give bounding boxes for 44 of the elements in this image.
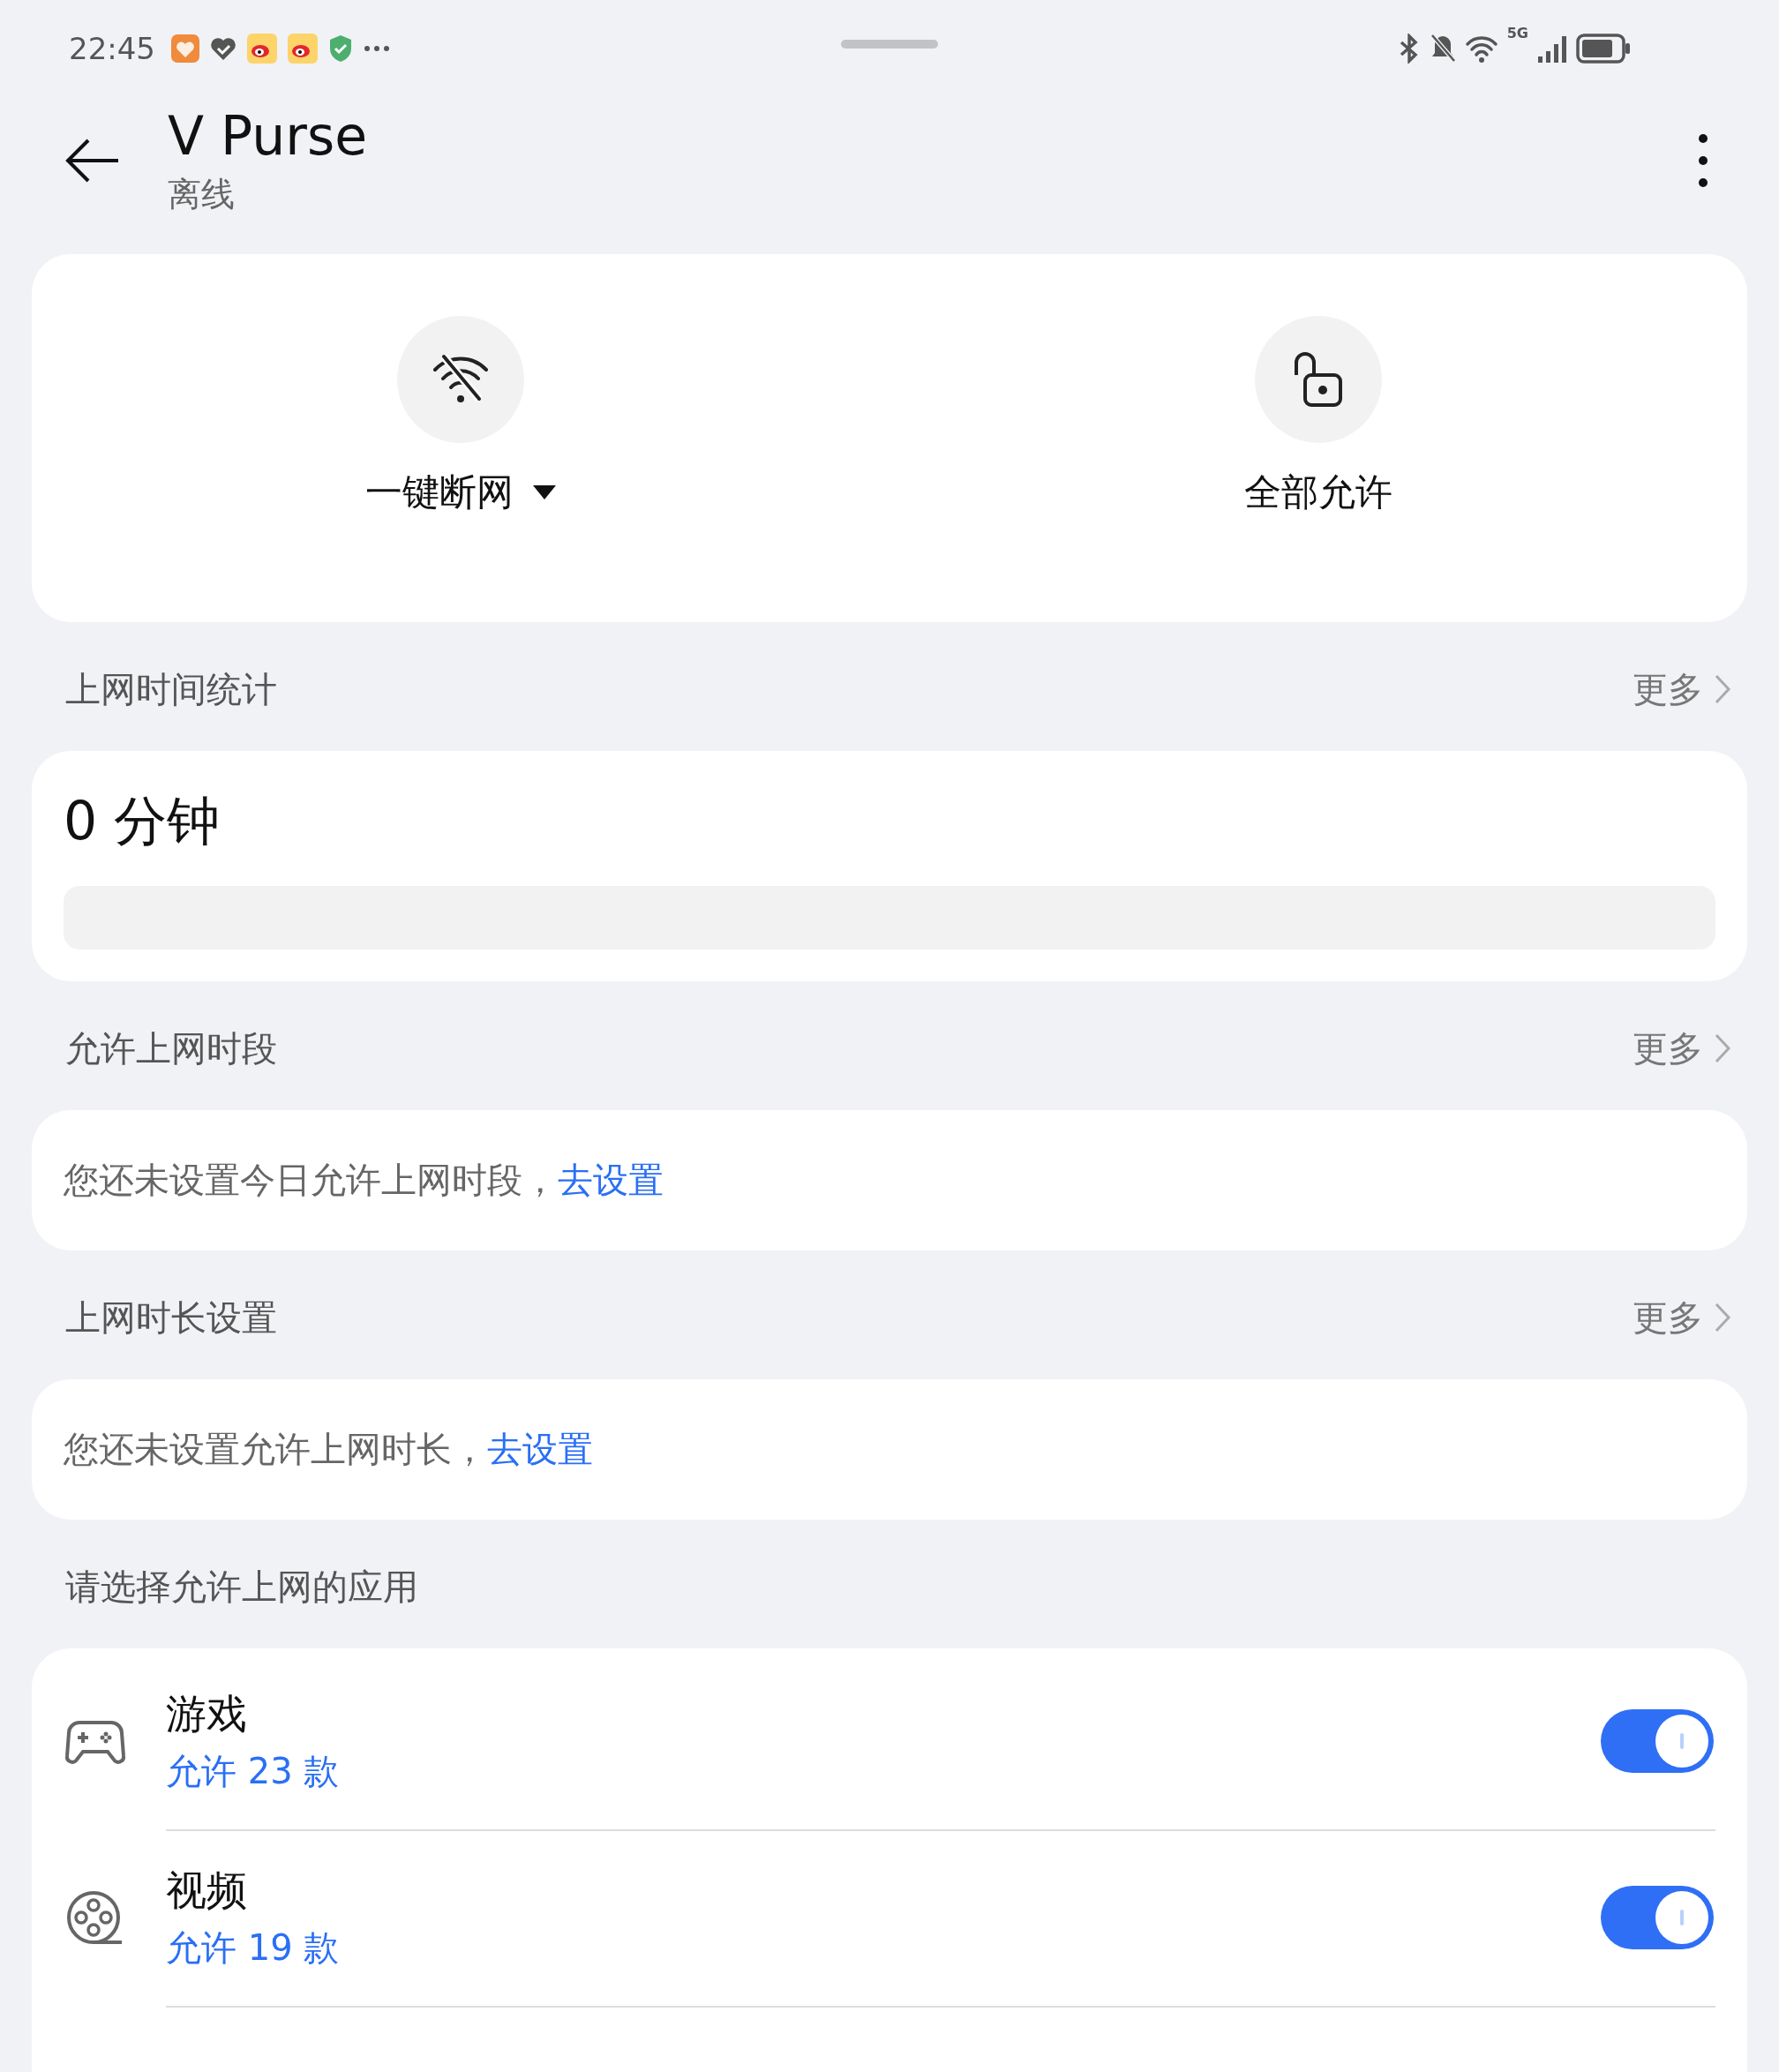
bell-muted-icon: [1429, 34, 1456, 64]
section-title: 允许上网时段: [65, 1026, 277, 1070]
eye-app-icon: [247, 34, 277, 64]
app-category-name: 游戏: [166, 1688, 248, 1739]
more-vertical-icon: [1698, 133, 1708, 188]
section-title: 上网时间统计: [65, 667, 277, 711]
more-link[interactable]: 更多: [1633, 1024, 1747, 1073]
action-label: 全部允许: [1244, 470, 1392, 514]
network-type: 5G: [1506, 25, 1528, 41]
signal-icon: [1537, 34, 1567, 64]
chevron-right-icon: [1714, 1032, 1731, 1064]
more-link[interactable]: 更多: [1633, 664, 1747, 714]
status-time: 22:45: [69, 31, 155, 66]
unlock-icon: [1293, 350, 1344, 409]
notice-text: 您还未设置今日允许上网时段，去设置: [64, 1159, 664, 1202]
allowed-count: 允许 19 款: [166, 1926, 340, 1970]
allow-all-action[interactable]: 全部允许: [890, 254, 1747, 622]
section-title: 请选择允许上网的应用: [65, 1565, 418, 1609]
notice-text: 您还未设置允许上网时长，去设置: [64, 1428, 594, 1471]
action-label: 一键断网: [365, 470, 514, 514]
heart-check-icon: [210, 36, 236, 61]
eye-app-icon: [288, 34, 318, 64]
allowed-count: 允许 23 款: [166, 1749, 340, 1793]
battery-icon: [1576, 34, 1631, 64]
device-status: 离线: [168, 173, 236, 215]
section-title: 上网时长设置: [65, 1295, 277, 1340]
page-title: V Purse: [168, 104, 368, 167]
more-link[interactable]: 更多: [1633, 1293, 1747, 1342]
setup-link[interactable]: 去设置: [487, 1429, 593, 1469]
heart-app-icon: [171, 34, 199, 63]
disconnect-action[interactable]: 一键断网: [32, 254, 890, 622]
more-icon: [364, 45, 390, 52]
drag-handle[interactable]: [841, 40, 938, 49]
dropdown-caret-icon: [533, 485, 556, 499]
gamepad-icon: [65, 1719, 125, 1765]
chevron-right-icon: [1714, 1302, 1731, 1333]
usage-time: 0 分钟: [64, 789, 221, 853]
wifi-off-icon: [432, 354, 490, 405]
wifi-icon: [1464, 34, 1498, 63]
app-category-name: 视频: [166, 1865, 248, 1916]
setup-link[interactable]: 去设置: [558, 1160, 664, 1200]
back-arrow-icon: [65, 138, 120, 184]
shield-check-icon: [328, 34, 353, 63]
chevron-right-icon: [1714, 673, 1731, 705]
